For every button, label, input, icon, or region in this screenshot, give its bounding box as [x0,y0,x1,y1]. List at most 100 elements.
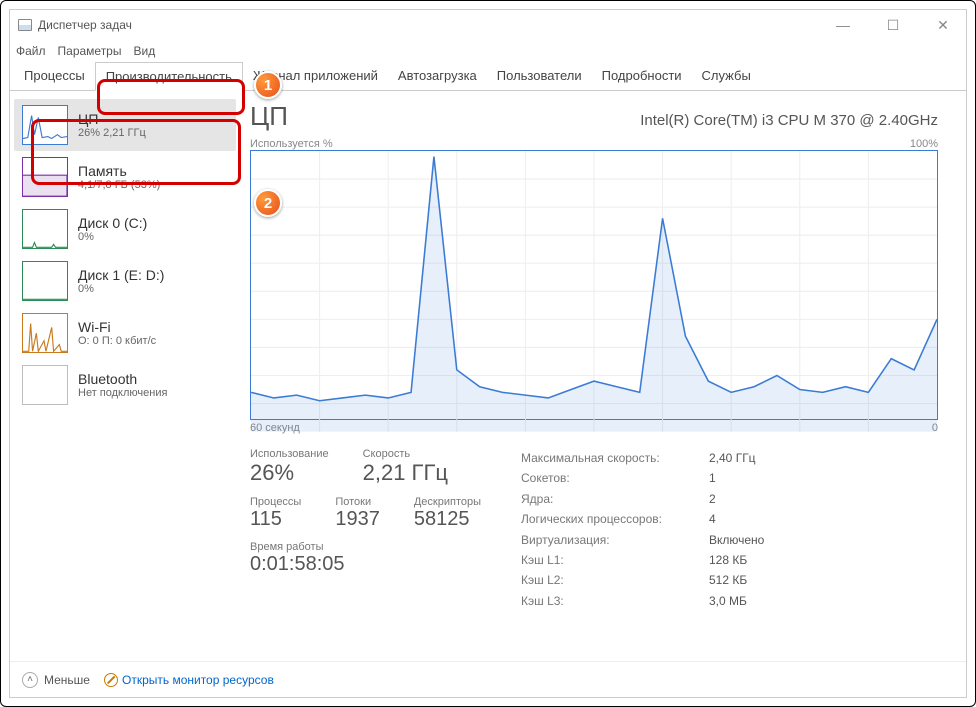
menu-view[interactable]: Вид [133,44,155,58]
logical-k: Логических процессоров: [521,509,701,529]
cores-k: Ядра: [521,489,701,509]
resmon-icon [104,673,118,687]
annotation-badge-1: 1 [254,71,282,99]
sockets-v: 1 [709,468,716,488]
stats-left: Использование 26% Скорость 2,21 ГГц Проц… [250,448,481,611]
sidebar-wifi-title: Wi-Fi [78,319,156,335]
l3-k: Кэш L3: [521,591,701,611]
cpu-mini-chart [22,105,68,145]
proc-value: 115 [250,508,301,531]
main-panel: ЦП Intel(R) Core(TM) i3 CPU M 370 @ 2.40… [240,91,966,661]
resmon-label: Открыть монитор ресурсов [122,673,274,687]
hnd-value: 58125 [414,508,481,531]
l3-v: 3,0 МБ [709,591,747,611]
l2-v: 512 КБ [709,570,747,590]
maxspeed-v: 2,40 ГГц [709,448,756,468]
speed-value: 2,21 ГГц [363,460,448,486]
bt-mini-chart [22,365,68,405]
usage-value: 26% [250,460,329,486]
body: ЦП 26% 2,21 ГГц Память 4,1/7,8 ГБ (53%) [10,91,966,661]
close-button[interactable]: ✕ [928,17,958,34]
cpu-chart [250,150,938,420]
chart-ylabel: Используется % [250,138,333,150]
menu-file[interactable]: Файл [16,44,46,58]
sidebar-item-text: ЦП 26% 2,21 ГГц [78,111,146,139]
sidebar-bt-title: Bluetooth [78,371,167,387]
main-title: ЦП [250,101,288,132]
fewer-details-button[interactable]: ˄ Меньше [22,672,90,688]
wifi-mini-chart [22,313,68,353]
sidebar-wifi-sub: О: 0 П: 0 кбит/с [78,335,156,347]
sidebar-mem-title: Память [78,163,160,179]
sidebar-disk1-sub: 0% [78,283,164,295]
sidebar-item-bluetooth[interactable]: Bluetooth Нет подключения [14,359,236,411]
main-header: ЦП Intel(R) Core(TM) i3 CPU M 370 @ 2.40… [250,101,938,132]
sidebar-item-text: Bluetooth Нет подключения [78,371,167,399]
tab-performance[interactable]: Производительность [95,62,243,91]
window-inner: Диспетчер задач — ☐ ✕ Файл Параметры Вид… [9,9,967,698]
info-block: Максимальная скорость: 2,40 ГГц Сокетов: 1… [521,448,764,611]
sidebar-cpu-title: ЦП [78,111,146,127]
tab-services[interactable]: Службы [692,62,761,90]
sidebar-disk0-sub: 0% [78,231,147,243]
chevron-up-icon: ˄ [22,672,38,688]
l1-v: 128 КБ [709,550,747,570]
tab-startup[interactable]: Автозагрузка [388,62,487,90]
sidebar-item-memory[interactable]: Память 4,1/7,8 ГБ (53%) [14,151,236,203]
fewer-details-label: Меньше [44,673,90,687]
sidebar-item-text: Wi-Fi О: 0 П: 0 кбит/с [78,319,156,347]
thr-value: 1937 [335,508,380,531]
sidebar-mem-sub: 4,1/7,8 ГБ (53%) [78,179,160,191]
l2-k: Кэш L2: [521,570,701,590]
menu-options[interactable]: Параметры [58,44,122,58]
sidebar-bt-sub: Нет подключения [78,387,167,399]
sidebar-item-wifi[interactable]: Wi-Fi О: 0 П: 0 кбит/с [14,307,236,359]
chart-ymax: 100% [910,138,938,150]
titlebar: Диспетчер задач — ☐ ✕ [10,10,966,40]
maxspeed-k: Максимальная скорость: [521,448,701,468]
annotation-badge-2: 2 [254,189,282,217]
footer: ˄ Меньше Открыть монитор ресурсов [10,661,966,697]
sidebar-disk0-title: Диск 0 (C:) [78,215,147,231]
maximize-button[interactable]: ☐ [878,17,908,34]
open-resmon-link[interactable]: Открыть монитор ресурсов [104,673,274,687]
sidebar-item-text: Диск 0 (C:) 0% [78,215,147,243]
tab-users[interactable]: Пользователи [487,62,592,90]
tabs: Процессы Производительность Журнал прило… [10,62,966,91]
speed-label: Скорость [363,448,448,460]
disk0-mini-chart [22,209,68,249]
window-controls: — ☐ ✕ [828,17,958,34]
virt-v: Включено [709,530,764,550]
menubar: Файл Параметры Вид [10,40,966,62]
l1-k: Кэш L1: [521,550,701,570]
app-icon [18,19,32,31]
proc-label: Процессы [250,496,301,508]
cores-v: 2 [709,489,716,509]
virt-k: Виртуализация: [521,530,701,550]
uptime-label: Время работы [250,541,481,553]
chart-top-labels: Используется % 100% [250,138,938,150]
stats-block: Использование 26% Скорость 2,21 ГГц Проц… [250,448,938,611]
sidebar: ЦП 26% 2,21 ГГц Память 4,1/7,8 ГБ (53%) [10,91,240,661]
sidebar-item-text: Память 4,1/7,8 ГБ (53%) [78,163,160,191]
tab-details[interactable]: Подробности [592,62,692,90]
task-manager-window: Диспетчер задач — ☐ ✕ Файл Параметры Вид… [0,0,976,707]
sidebar-cpu-sub: 26% 2,21 ГГц [78,127,146,139]
uptime-value: 0:01:58:05 [250,553,481,576]
tab-processes[interactable]: Процессы [14,62,95,90]
sidebar-item-disk0[interactable]: Диск 0 (C:) 0% [14,203,236,255]
thr-label: Потоки [335,496,380,508]
usage-label: Использование [250,448,329,460]
sidebar-item-cpu[interactable]: ЦП 26% 2,21 ГГц [14,99,236,151]
sockets-k: Сокетов: [521,468,701,488]
cpu-name: Intel(R) Core(TM) i3 CPU M 370 @ 2.40GHz [640,112,938,129]
sidebar-disk1-title: Диск 1 (E: D:) [78,267,164,283]
sidebar-item-disk1[interactable]: Диск 1 (E: D:) 0% [14,255,236,307]
sidebar-item-text: Диск 1 (E: D:) 0% [78,267,164,295]
disk1-mini-chart [22,261,68,301]
memory-mini-chart [22,157,68,197]
hnd-label: Дескрипторы [414,496,481,508]
logical-v: 4 [709,509,716,529]
minimize-button[interactable]: — [828,17,858,34]
title-text: Диспетчер задач [38,18,132,32]
